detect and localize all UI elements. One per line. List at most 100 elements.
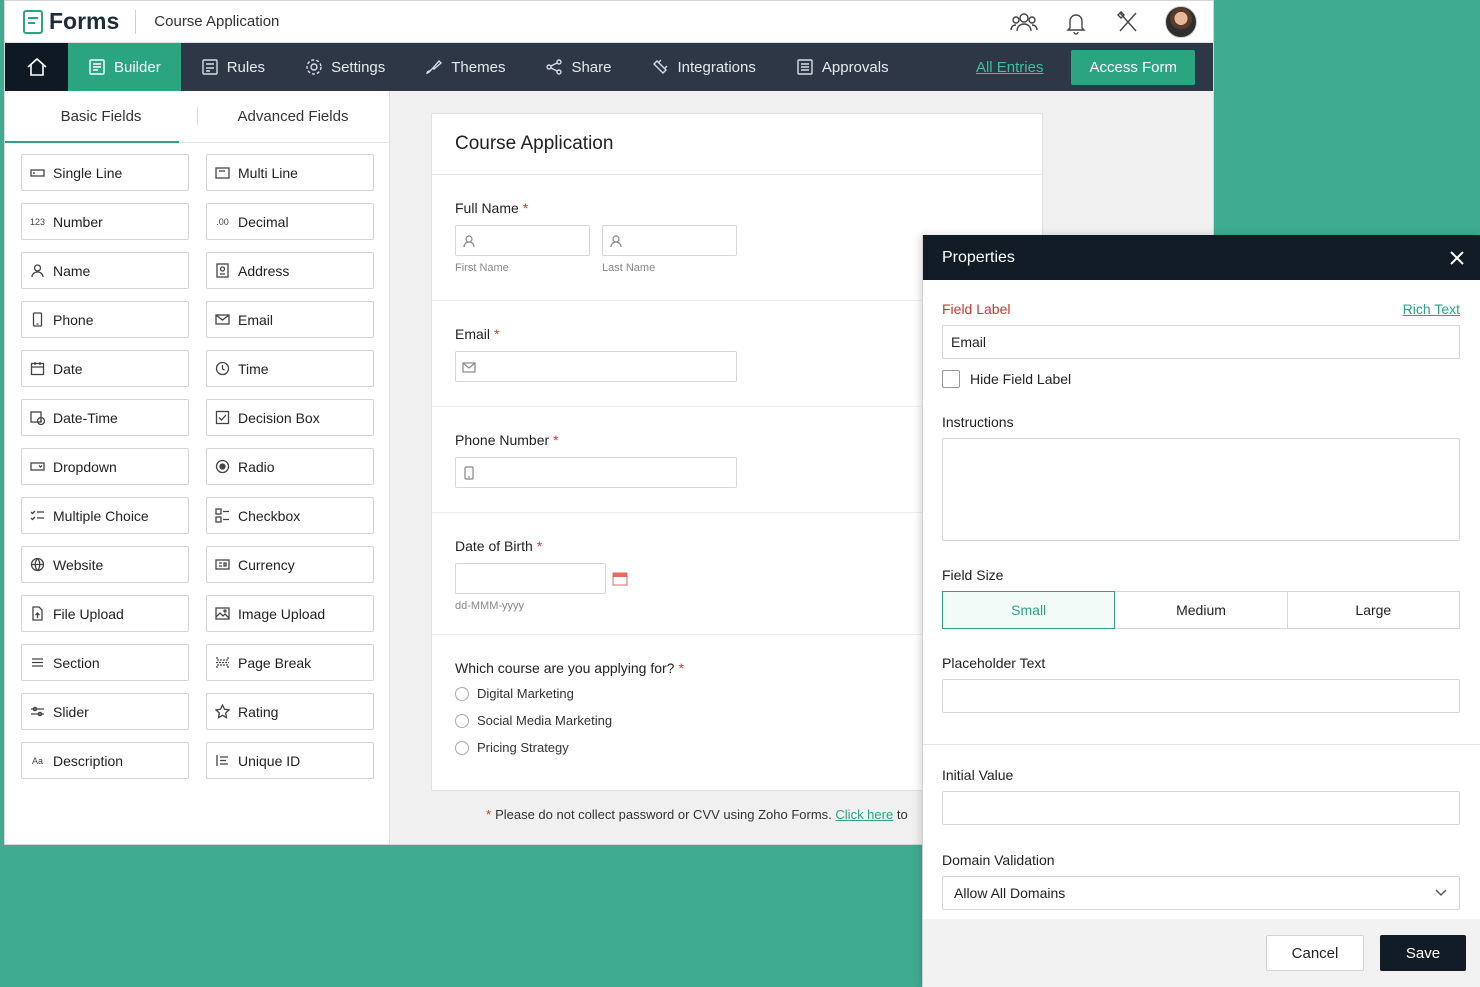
user-avatar[interactable] — [1165, 5, 1197, 38]
dob-label-text: Date of Birth — [455, 538, 533, 554]
nav-share[interactable]: Share — [525, 43, 631, 91]
footnote-tail: to — [896, 807, 908, 822]
tools-icon[interactable] — [1113, 9, 1143, 35]
first-name-input[interactable] — [455, 225, 590, 256]
field-label: Description — [53, 752, 124, 769]
field-phone-button[interactable]: Phone — [21, 301, 189, 338]
field-email-button[interactable]: Email — [206, 301, 374, 338]
footnote-text: Please do not collect password or CVV us… — [495, 807, 832, 822]
app-logo[interactable]: Forms — [23, 8, 119, 35]
footnote-star: * — [486, 807, 492, 822]
nav-approvals[interactable]: Approvals — [776, 43, 909, 91]
field-radio-button[interactable]: Radio — [206, 448, 374, 485]
tab-basic-fields[interactable]: Basic Fields — [5, 91, 197, 143]
app-name: Forms — [49, 8, 120, 34]
form-title[interactable]: Course Application — [432, 114, 1042, 175]
field-page-break-button[interactable]: Page Break — [206, 644, 374, 681]
globe-icon — [30, 557, 45, 572]
phone-input[interactable] — [455, 457, 737, 488]
field-number-button[interactable]: 123 Number — [21, 203, 189, 240]
calendar-icon[interactable] — [612, 572, 628, 586]
field-currency-button[interactable]: Currency — [206, 546, 374, 583]
hide-field-label-checkbox[interactable] — [942, 370, 960, 388]
forms-logo-icon — [23, 9, 43, 34]
nav-right: All Entries Access Form — [976, 43, 1213, 91]
field-label: Currency — [238, 556, 295, 573]
gear-icon — [306, 59, 322, 75]
hide-field-label-text: Hide Field Label — [970, 371, 1072, 387]
field-label: Section — [53, 654, 100, 671]
field-website-button[interactable]: Website — [21, 546, 189, 583]
nav-rules-label: Rules — [226, 58, 266, 76]
star-icon — [215, 704, 230, 719]
field-time-button[interactable]: Time — [206, 350, 374, 387]
field-dropdown-button[interactable]: Dropdown — [21, 448, 189, 485]
tab-advanced-fields[interactable]: Advanced Fields — [197, 91, 389, 142]
field-grid: Single Line Multi Line 123 Number .00 Decimal… — [5, 143, 389, 779]
field-label-input[interactable]: Email — [942, 325, 1460, 359]
nav-builder[interactable]: Builder — [68, 43, 181, 91]
click-here-link[interactable]: Click here — [835, 807, 893, 822]
field-unique-id-button[interactable]: Unique ID — [206, 742, 374, 779]
field-checkbox-button[interactable]: Checkbox — [206, 497, 374, 534]
nav-rules[interactable]: Rules — [181, 43, 285, 91]
field-name-button[interactable]: Name — [21, 252, 189, 289]
access-form-button[interactable]: Access Form — [1071, 49, 1195, 85]
field-single-line-button[interactable]: Single Line — [21, 154, 189, 191]
initial-value-input[interactable] — [942, 791, 1460, 825]
field-file-upload-button[interactable]: File Upload — [21, 595, 189, 632]
nav-themes[interactable]: Themes — [405, 43, 525, 91]
number-icon: 123 — [30, 216, 46, 227]
rich-text-link[interactable]: Rich Text — [1403, 301, 1460, 317]
last-name-input[interactable] — [602, 225, 737, 256]
size-medium-button[interactable]: Medium — [1114, 591, 1288, 629]
domain-validation-select[interactable]: Allow All Domains — [942, 876, 1460, 910]
placeholder-text-label: Placeholder Text — [942, 655, 1046, 671]
field-label: Image Upload — [238, 605, 326, 622]
home-button[interactable] — [5, 43, 68, 91]
field-label: Website — [53, 556, 104, 573]
rules-icon — [202, 59, 218, 75]
person-icon — [31, 264, 44, 278]
field-image-upload-button[interactable]: Image Upload — [206, 595, 374, 632]
security-footnote: * Please do not collect password or CVV u… — [486, 807, 908, 822]
home-icon — [26, 57, 47, 76]
radio-button[interactable] — [455, 713, 469, 728]
field-section-button[interactable]: Section — [21, 644, 189, 681]
form-name: Course Application — [154, 13, 280, 30]
field-label-heading: Field Label — [942, 301, 1011, 317]
placeholder-text-input[interactable] — [942, 679, 1460, 713]
field-rating-button[interactable]: Rating — [206, 693, 374, 730]
email-input[interactable] — [455, 351, 737, 382]
field-date-time-button[interactable]: Date-Time — [21, 399, 189, 436]
instructions-textarea[interactable] — [942, 438, 1460, 541]
cancel-button[interactable]: Cancel — [1266, 935, 1364, 971]
field-slider-button[interactable]: Slider — [21, 693, 189, 730]
nav-integrations[interactable]: Integrations — [631, 43, 775, 91]
field-date-button[interactable]: Date — [21, 350, 189, 387]
all-entries-link[interactable]: All Entries — [976, 59, 1044, 76]
main-nav: Builder Rules Settings Themes Share Inte… — [5, 43, 1213, 91]
size-large-button[interactable]: Large — [1286, 591, 1460, 629]
field-decimal-button[interactable]: .00 Decimal — [206, 203, 374, 240]
close-icon[interactable] — [1448, 249, 1466, 267]
users-icon[interactable] — [1009, 9, 1039, 35]
domain-validation-label: Domain Validation — [942, 852, 1055, 868]
field-description-button[interactable]: Aa Description — [21, 742, 189, 779]
field-address-button[interactable]: Address — [206, 252, 374, 289]
field-multiple-choice-button[interactable]: Multiple Choice — [21, 497, 189, 534]
size-small-button[interactable]: Small — [942, 591, 1116, 629]
save-button[interactable]: Save — [1380, 935, 1466, 971]
phone-label-text: Phone Number — [455, 432, 550, 448]
bell-icon[interactable] — [1061, 9, 1091, 35]
field-decision-box-button[interactable]: Decision Box — [206, 399, 374, 436]
radio-button[interactable] — [455, 686, 469, 701]
radio-button[interactable] — [455, 740, 469, 755]
field-multi-line-button[interactable]: Multi Line — [206, 154, 374, 191]
dob-input[interactable] — [455, 563, 606, 594]
share-icon — [546, 59, 563, 75]
course-option-label: Social Media Marketing — [477, 713, 613, 728]
approvals-icon — [797, 59, 813, 75]
nav-settings[interactable]: Settings — [285, 43, 405, 91]
fields-tabs: Basic Fields Advanced Fields — [5, 91, 389, 143]
